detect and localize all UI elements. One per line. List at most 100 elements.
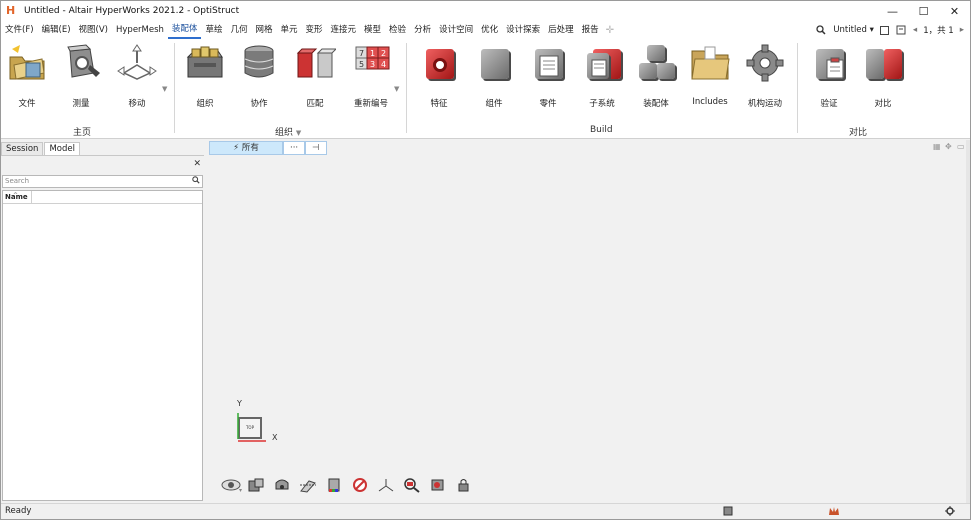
zoom-icon[interactable] xyxy=(403,477,421,493)
menu-file[interactable]: 文件(F) xyxy=(1,21,38,39)
crown-status-icon[interactable] xyxy=(828,506,839,516)
menu-post[interactable]: 后处理 xyxy=(544,21,578,39)
minimize-button[interactable]: — xyxy=(877,1,908,21)
model-tree[interactable]: ^ Name xyxy=(2,190,203,501)
mask-icon[interactable] xyxy=(429,477,447,493)
renumber-digit: 1 xyxy=(370,49,375,58)
session-selector[interactable]: Untitled ▾ xyxy=(833,25,874,35)
mechanism-button[interactable]: 机构运动 xyxy=(739,43,791,109)
filter-all-button[interactable]: ⚡ 所有 xyxy=(209,141,283,155)
menu-elements[interactable]: 单元 xyxy=(276,21,301,39)
axis-icon[interactable] xyxy=(377,477,395,493)
visualization-icon[interactable] xyxy=(221,477,242,493)
group-divider xyxy=(406,43,407,133)
menu-view[interactable]: 视图(V) xyxy=(75,21,112,39)
move-button[interactable]: 移动 xyxy=(111,43,163,109)
menu-mesh[interactable]: 网格 xyxy=(251,21,276,39)
move-icon xyxy=(116,43,158,83)
page-settings-icon[interactable] xyxy=(895,24,907,36)
viewport-scrollbar[interactable] xyxy=(966,140,970,503)
match-label: 匹配 xyxy=(306,99,324,109)
component-status-icon[interactable] xyxy=(723,506,733,516)
camera-icon[interactable] xyxy=(273,477,291,493)
compare-icon xyxy=(862,43,904,83)
menu-sketch[interactable]: 草绘 xyxy=(201,21,226,39)
database-icon xyxy=(238,43,280,83)
assembly-button[interactable]: 装配体 xyxy=(630,43,682,109)
move-handle-icon[interactable]: ✥ xyxy=(945,142,954,151)
organize-more-icon[interactable]: ▼ xyxy=(394,85,399,93)
ribbon: 文件 测量 移动 ▼ 主页 组织 协作 匹配 7 1 2 5 3 4 重新编号 … xyxy=(1,39,970,139)
group-organize-label[interactable]: 组织 ▼ xyxy=(275,125,301,138)
measure-button[interactable]: 测量 xyxy=(55,43,107,109)
menu-design-space[interactable]: 设计空间 xyxy=(435,21,477,39)
organize-button[interactable]: 组织 xyxy=(179,43,231,109)
menu-morph[interactable]: 变形 xyxy=(302,21,327,39)
close-panel-icon[interactable]: ✕ xyxy=(193,159,201,169)
search-icon[interactable] xyxy=(815,24,827,36)
renumber-digit: 5 xyxy=(359,60,364,69)
match-button[interactable]: 匹配 xyxy=(289,43,341,109)
window-layout-icon[interactable] xyxy=(879,25,889,35)
compare-button[interactable]: 对比 xyxy=(857,43,909,109)
maximize-view-icon[interactable]: ▭ xyxy=(957,142,966,151)
grid-icon[interactable]: ▦ xyxy=(933,142,942,151)
settings-gear-icon[interactable] xyxy=(945,506,955,516)
close-button[interactable]: ✕ xyxy=(939,1,970,21)
display-mode-icon[interactable] xyxy=(247,477,265,493)
component-button[interactable]: 组件 xyxy=(468,43,520,109)
page-next-icon[interactable]: ▸ xyxy=(960,25,964,35)
feature-button[interactable]: 特征 xyxy=(413,43,465,109)
renumber-button[interactable]: 7 1 2 5 3 4 重新编号 xyxy=(345,43,397,109)
menu-model[interactable]: 模型 xyxy=(360,21,385,39)
no-selection-icon[interactable] xyxy=(351,477,369,493)
menu-optimization[interactable]: 优化 xyxy=(477,21,502,39)
menu-validate[interactable]: 检验 xyxy=(385,21,410,39)
file-button[interactable]: 文件 xyxy=(1,43,53,109)
subsystem-button[interactable]: 子系统 xyxy=(576,43,628,109)
tab-model[interactable]: Model xyxy=(44,142,80,156)
renumber-digit: 2 xyxy=(381,49,386,58)
assembly-label: 装配体 xyxy=(643,99,669,109)
menu-hypermesh[interactable]: HyperMesh xyxy=(112,21,168,39)
axis-x-label: X xyxy=(272,433,278,442)
component-label: 组件 xyxy=(485,99,503,109)
part-button[interactable]: 零件 xyxy=(522,43,574,109)
search-placeholder: Search xyxy=(5,177,30,185)
lock-icon[interactable] xyxy=(455,477,473,493)
page-prev-icon[interactable]: ◂ xyxy=(913,25,917,35)
file-folder-icon xyxy=(6,43,48,83)
feature-label: 特征 xyxy=(430,99,448,109)
home-more-icon[interactable]: ▼ xyxy=(162,85,167,93)
includes-label: Includes xyxy=(692,97,728,107)
menu-connectors[interactable]: 连接元 xyxy=(327,21,361,39)
view-toolbar xyxy=(221,477,473,493)
menu-bar: 文件(F) 编辑(E) 视图(V) HyperMesh 装配体 草绘 几何 网格… xyxy=(1,21,970,39)
add-ribbon-tab-icon[interactable]: ✛ xyxy=(603,25,617,36)
view-triad[interactable]: Y TOP X xyxy=(235,399,285,444)
color-by-icon[interactable] xyxy=(325,477,343,493)
menu-geometry[interactable]: 几何 xyxy=(226,21,251,39)
menu-analysis[interactable]: 分析 xyxy=(410,21,435,39)
verify-icon xyxy=(808,43,850,83)
maximize-button[interactable]: ☐ xyxy=(908,1,939,21)
component-icon xyxy=(473,43,515,83)
includes-button[interactable]: Includes xyxy=(684,43,736,107)
measure-icon xyxy=(60,43,102,83)
renumber-icon: 7 1 2 5 3 4 xyxy=(350,43,392,83)
menu-assembly[interactable]: 装配体 xyxy=(167,21,202,39)
menu-report[interactable]: 报告 xyxy=(578,21,603,39)
search-icon[interactable] xyxy=(192,176,200,187)
filter-end-button[interactable]: ⊣ xyxy=(305,141,327,155)
collaborate-button[interactable]: 协作 xyxy=(233,43,285,109)
column-header-name[interactable]: ^ Name xyxy=(3,191,202,204)
menu-design-explorer[interactable]: 设计探索 xyxy=(502,21,544,39)
clipping-icon[interactable] xyxy=(299,477,317,493)
filter-more-button[interactable]: ··· xyxy=(283,141,306,155)
menu-edit[interactable]: 编辑(E) xyxy=(38,21,75,39)
tab-session[interactable]: Session xyxy=(1,142,44,156)
search-input[interactable]: Search xyxy=(2,175,203,188)
folder-icon xyxy=(689,43,731,83)
verify-button[interactable]: 验证 xyxy=(803,43,855,109)
group-home-label: 主页 xyxy=(73,128,92,138)
